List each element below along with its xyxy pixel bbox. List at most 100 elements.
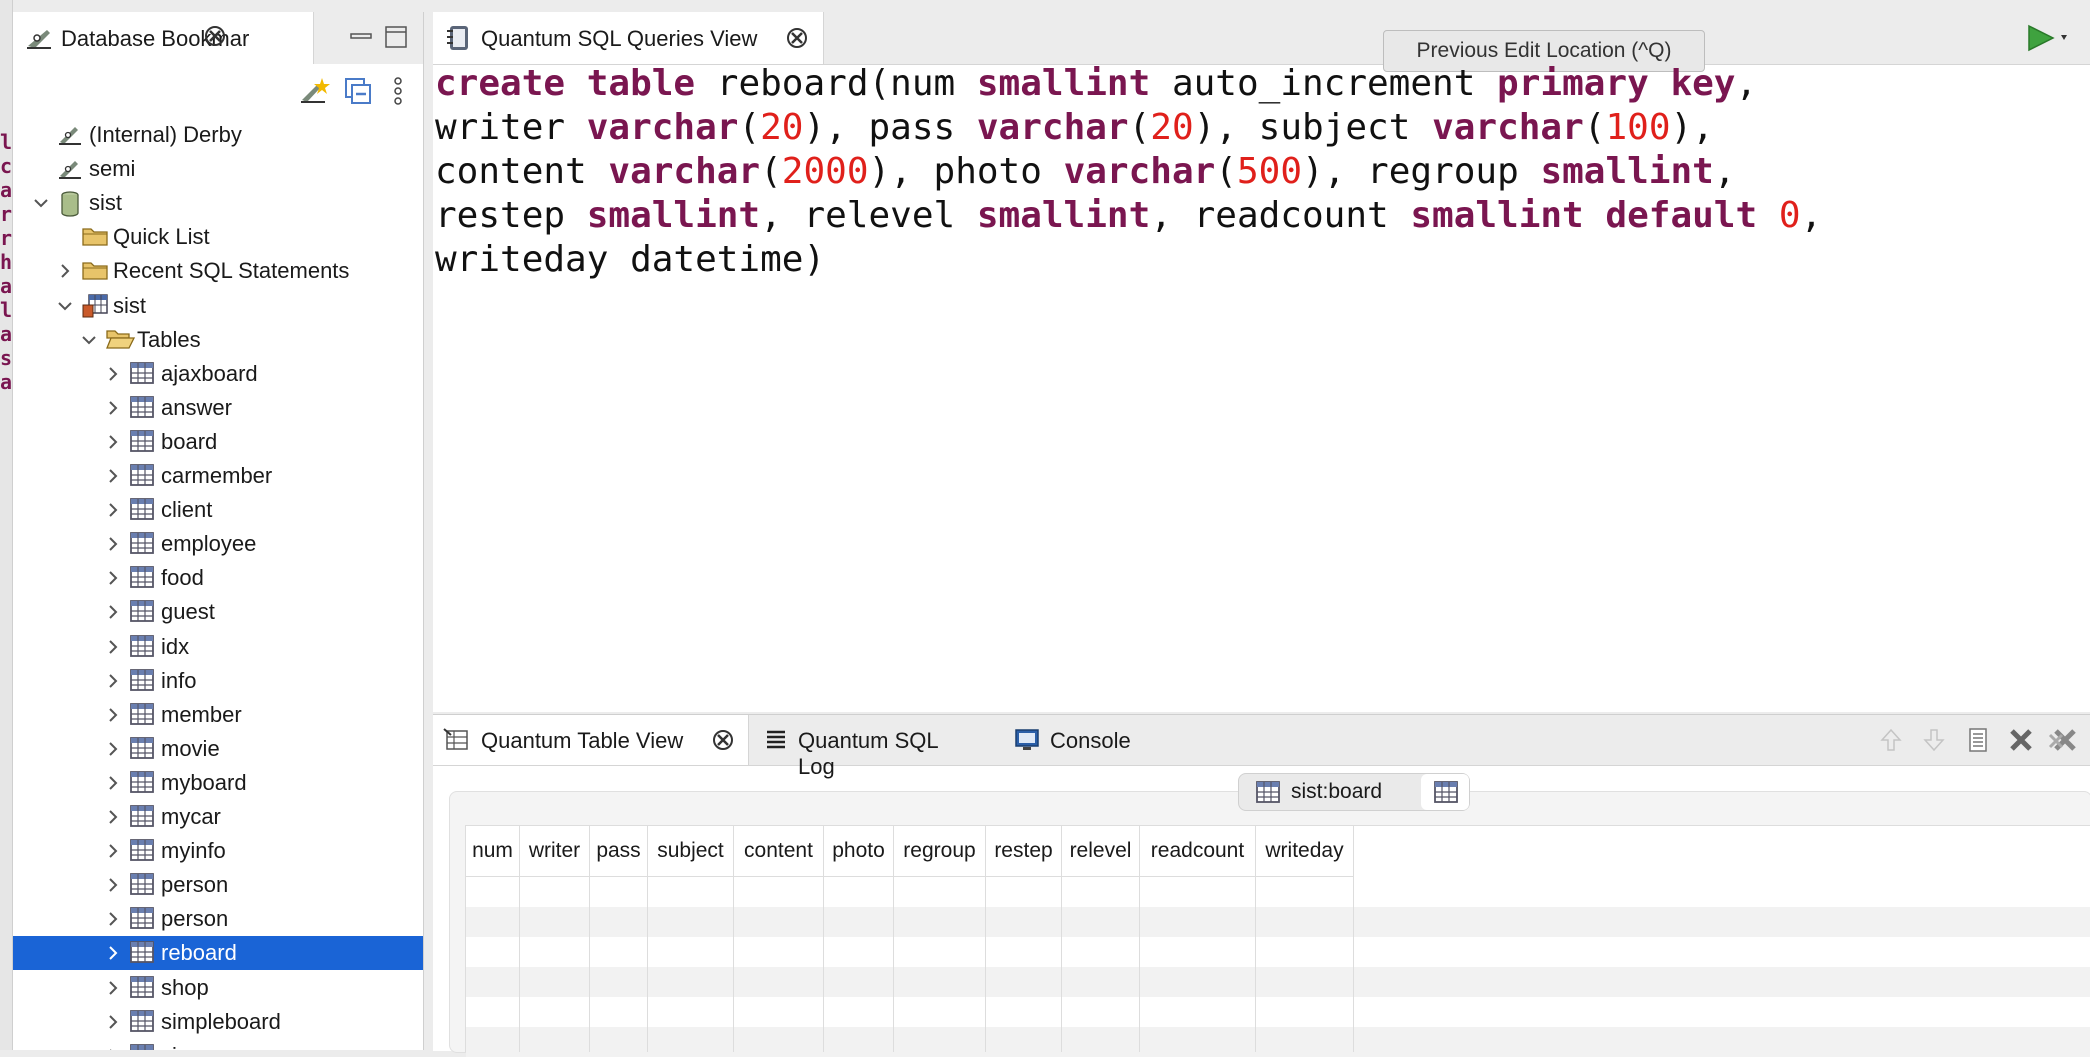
tree-item[interactable]: sist [13, 289, 423, 323]
tab-quantum-sql-queries-view[interactable]: Quantum SQL Queries View [433, 12, 824, 64]
new-bookmark-icon[interactable] [298, 76, 330, 111]
tree-item[interactable]: person [13, 902, 423, 936]
tree-item[interactable]: mycar [13, 800, 423, 834]
chevron-right-icon[interactable] [103, 671, 123, 691]
chevron-down-icon[interactable] [79, 330, 99, 350]
chevron-right-icon[interactable] [55, 261, 75, 281]
chevron-right-icon[interactable] [103, 978, 123, 998]
run-icon[interactable] [2023, 22, 2073, 59]
chevron-right-icon[interactable] [103, 534, 123, 554]
tree-item[interactable]: Quick List [13, 220, 423, 254]
tree-item[interactable]: client [13, 493, 423, 527]
arrow-down-icon[interactable] [1921, 727, 1947, 758]
chevron-right-icon[interactable] [103, 1046, 123, 1050]
close-icon[interactable] [203, 24, 227, 53]
tree-item[interactable]: info [13, 664, 423, 698]
tree-item[interactable]: myinfo [13, 834, 423, 868]
tree-item[interactable]: Recent SQL Statements [13, 254, 423, 288]
tree-item-label: idx [161, 633, 190, 659]
close-icon[interactable] [711, 728, 735, 757]
chevron-right-icon[interactable] [103, 500, 123, 520]
sql-keyword: smallint [1540, 151, 1714, 192]
column-header[interactable]: restep [986, 826, 1062, 876]
tree-item[interactable]: simpleboard [13, 1005, 423, 1039]
tab-database-bookmarks[interactable]: Database Bookmar [13, 12, 314, 64]
tree-item[interactable]: idx [13, 630, 423, 664]
maximize-icon[interactable] [383, 24, 409, 50]
chevron-right-icon[interactable] [103, 943, 123, 963]
arrow-up-icon[interactable] [1878, 727, 1904, 758]
tree-item-label: employee [161, 531, 257, 557]
chevron-right-icon[interactable] [103, 909, 123, 929]
table-row [466, 967, 2090, 997]
document-icon[interactable] [1965, 727, 1991, 758]
column-header[interactable]: writer [520, 826, 590, 876]
bookmarks-tab-bar: Database Bookmar [13, 12, 423, 64]
sql-text: ( [1128, 107, 1151, 148]
view-menu-icon[interactable] [391, 76, 405, 111]
chevron-right-icon[interactable] [103, 602, 123, 622]
tab-label: Quantum SQL Log [798, 728, 938, 779]
chevron-right-icon[interactable] [103, 739, 123, 759]
tree-item[interactable]: movie [13, 732, 423, 766]
chevron-right-icon[interactable] [103, 875, 123, 895]
tree-item[interactable]: myboard [13, 766, 423, 800]
chevron-down-icon[interactable] [31, 193, 51, 213]
tree-item[interactable]: sinsang [13, 1039, 423, 1050]
tree-item[interactable]: semi [13, 152, 423, 186]
tab-quantum-table-view[interactable]: Quantum Table View [433, 715, 749, 765]
tree-item[interactable]: reboard [13, 936, 423, 971]
chevron-right-icon[interactable] [103, 705, 123, 725]
column-header[interactable]: readcount [1140, 826, 1256, 876]
tab-console[interactable]: Console [1008, 715, 1148, 765]
column-header[interactable]: pass [590, 826, 648, 876]
chevron-right-icon[interactable] [103, 773, 123, 793]
tree-item[interactable]: employee [13, 527, 423, 561]
minimize-icon[interactable] [348, 24, 374, 50]
chevron-down-icon[interactable] [55, 296, 75, 316]
results-grid[interactable]: num writer pass subject content photo regroup r… [465, 825, 2090, 1057]
grid-header: num writer pass subject content photo regroup r… [466, 826, 1354, 877]
column-header[interactable]: num [466, 826, 520, 876]
column-header[interactable]: subject [648, 826, 734, 876]
sql-keyword: varchar [976, 107, 1129, 148]
tree-item[interactable]: member [13, 698, 423, 732]
chevron-right-icon[interactable] [103, 807, 123, 827]
chevron-right-icon[interactable] [103, 364, 123, 384]
tree-item[interactable]: food [13, 561, 423, 595]
sql-notebook-icon [445, 24, 471, 57]
chevron-right-icon[interactable] [103, 466, 123, 486]
tree-item[interactable]: carmember [13, 459, 423, 493]
tree-item[interactable]: (Internal) Derby [13, 118, 423, 152]
chevron-right-icon[interactable] [103, 398, 123, 418]
sql-text-area[interactable]: create table reboard(num smallint auto_i… [435, 62, 2075, 282]
tab-quantum-sql-log[interactable]: Quantum SQL Log [758, 715, 958, 779]
chevron-right-icon[interactable] [103, 432, 123, 452]
sql-keyword: smallint [976, 195, 1151, 236]
remove-icon[interactable] [2008, 727, 2034, 758]
remove-all-icon[interactable] [2048, 727, 2082, 758]
chevron-right-icon[interactable] [103, 637, 123, 657]
tree-item[interactable]: guest [13, 595, 423, 629]
chevron-right-icon[interactable] [103, 568, 123, 588]
column-header[interactable]: regroup [894, 826, 986, 876]
column-header[interactable]: photo [824, 826, 894, 876]
collapse-all-icon[interactable] [343, 76, 373, 111]
column-header[interactable]: content [734, 826, 824, 876]
table-icon [129, 940, 155, 966]
tree-item[interactable]: shop [13, 971, 423, 1005]
tree-item[interactable]: person [13, 868, 423, 902]
close-icon[interactable] [785, 26, 809, 55]
column-header[interactable]: writeday [1256, 826, 1354, 876]
chevron-right-icon[interactable] [103, 1012, 123, 1032]
tree-item[interactable]: board [13, 425, 423, 459]
tree-item[interactable]: Tables [13, 323, 423, 357]
table-tab-sist-board[interactable]: sist:board [1239, 774, 1419, 810]
tree-item[interactable]: answer [13, 391, 423, 425]
chevron-right-icon[interactable] [103, 841, 123, 861]
tree-item[interactable]: ajaxboard [13, 357, 423, 391]
column-header[interactable]: relevel [1062, 826, 1140, 876]
table-tab-second[interactable] [1421, 774, 1469, 810]
tree-item[interactable]: sist [13, 186, 423, 220]
